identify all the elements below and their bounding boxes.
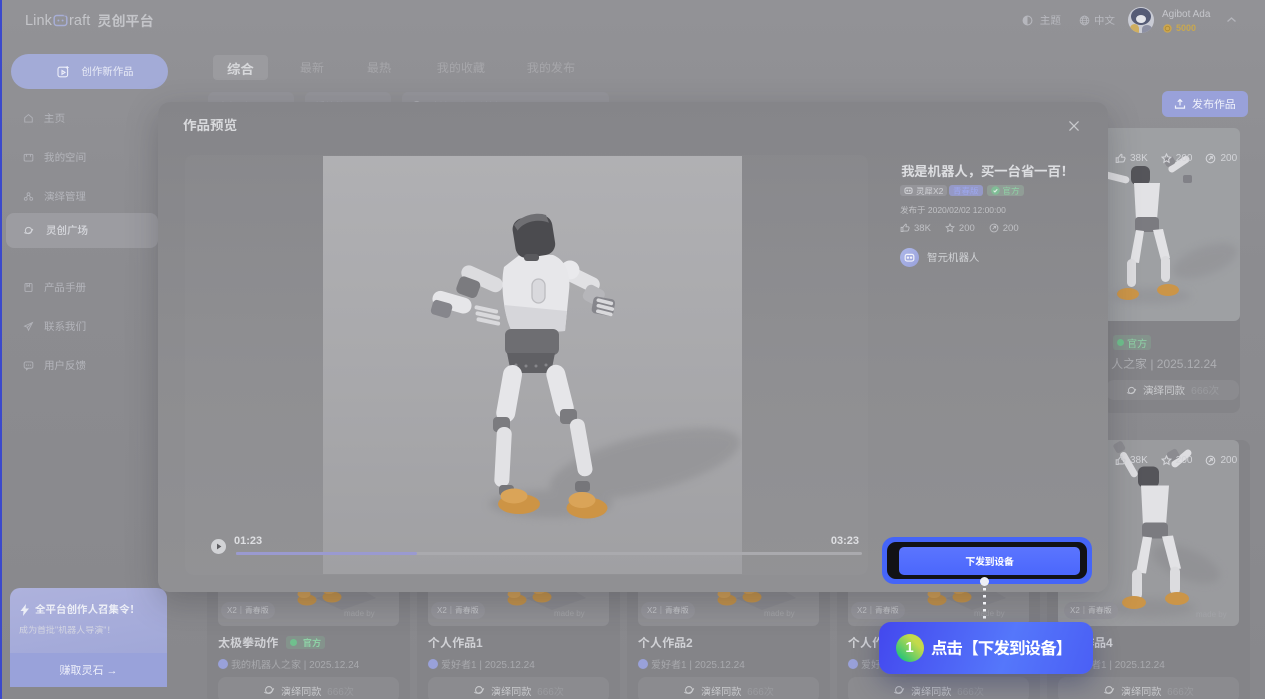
- svg-text:made by: made by: [344, 609, 375, 618]
- svg-text:made by: made by: [1196, 610, 1227, 619]
- svg-text:made by: made by: [974, 609, 1005, 618]
- svg-text:made by: made by: [554, 609, 585, 618]
- svg-text:made by: made by: [764, 609, 795, 618]
